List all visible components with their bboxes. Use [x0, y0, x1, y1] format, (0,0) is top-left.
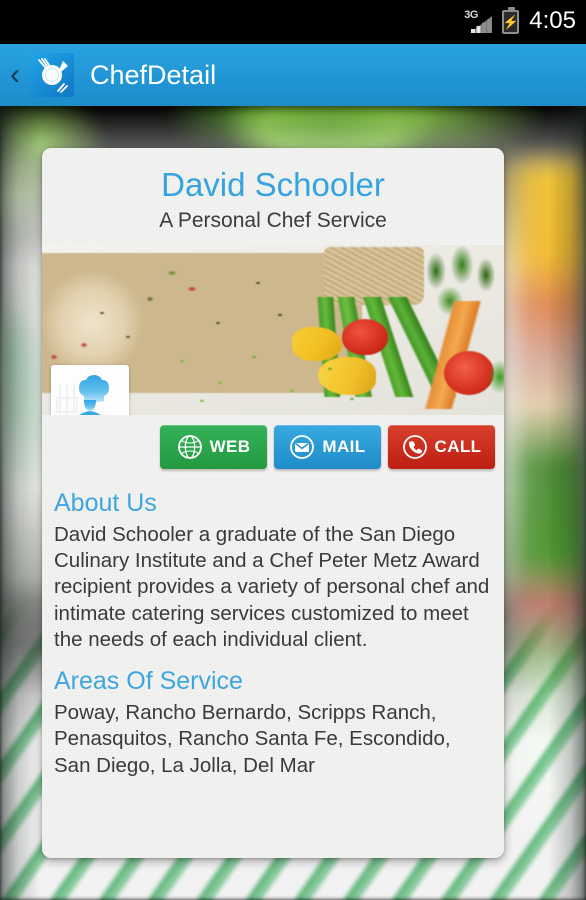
- areas-of-service-body: Poway, Rancho Bernardo, Scripps Ranch, P…: [54, 701, 451, 777]
- chef-silhouette-icon: [56, 375, 109, 415]
- mail-button-label: MAIL: [322, 437, 366, 456]
- chef-name: David Schooler: [161, 166, 385, 203]
- call-button[interactable]: CALL: [388, 425, 495, 469]
- green-pod: [482, 353, 504, 403]
- envelope-icon: [290, 435, 315, 459]
- charging-bolt-glyph: ⚡: [502, 14, 519, 30]
- app-icon-glyph: [38, 58, 68, 93]
- action-button-row: WEB MAIL CALL: [42, 415, 504, 475]
- back-chevron-icon[interactable]: ‹: [2, 44, 28, 106]
- about-us-title: About Us: [54, 489, 157, 517]
- chive-garnish: [142, 341, 392, 415]
- about-us-body: David Schooler a graduate of the San Die…: [54, 523, 490, 651]
- signal-bars-icon: 3G: [464, 9, 494, 35]
- chef-detail-card: David Schooler A Personal Chef Service W…: [42, 148, 504, 858]
- action-bar: ‹ ChefDetail: [0, 44, 586, 106]
- mail-button[interactable]: MAIL: [274, 425, 381, 469]
- page-title: ChefDetail: [90, 59, 217, 90]
- battery-charging-icon: ⚡: [502, 7, 520, 34]
- signal-bars-glyph: [470, 16, 493, 33]
- status-bar-clock: 4:05: [529, 7, 576, 34]
- about-us-section: About Us David Schooler a graduate of th…: [42, 489, 504, 653]
- call-button-label: CALL: [434, 437, 482, 456]
- chef-tagline: A Personal Chef Service: [159, 209, 387, 232]
- globe-icon: [177, 435, 202, 459]
- action-bar-gradient: [0, 44, 586, 106]
- web-button-label: WEB: [209, 437, 251, 456]
- phone-icon: [402, 435, 427, 459]
- plate-fork-knife-icon: [30, 53, 74, 97]
- status-bar: 3G ⚡ 4:05: [0, 0, 586, 44]
- areas-of-service-section: Areas Of Service Poway, Rancho Bernardo,…: [42, 667, 504, 779]
- chef-avatar-placeholder[interactable]: [51, 365, 129, 415]
- food-photo: [42, 245, 504, 415]
- web-button[interactable]: WEB: [160, 425, 267, 469]
- areas-of-service-title: Areas Of Service: [54, 667, 243, 696]
